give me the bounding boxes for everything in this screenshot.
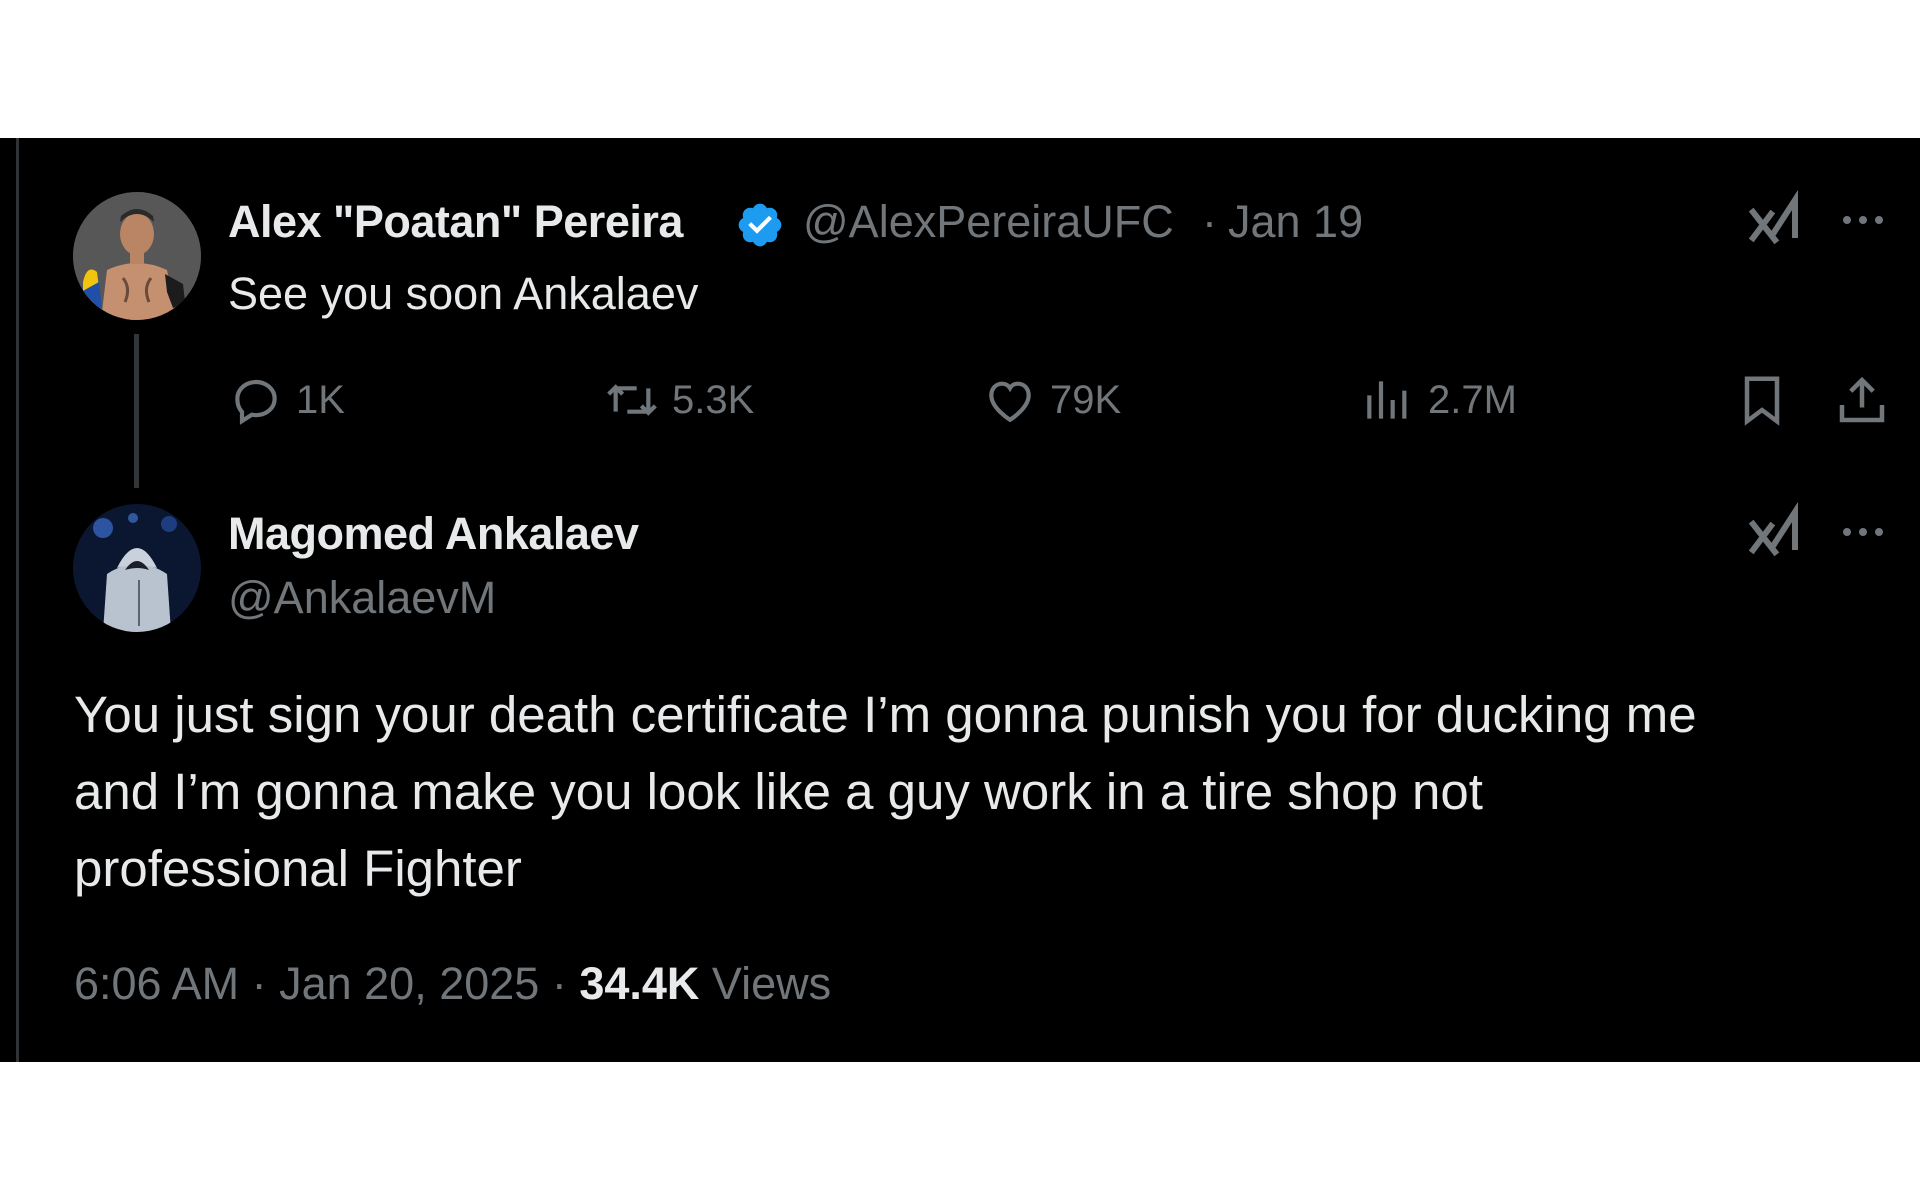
timeline-border — [16, 138, 19, 1062]
reply-tweet-text: You just sign your death certificate I’m… — [74, 676, 1894, 907]
grok-icon[interactable] — [1745, 502, 1805, 562]
repost-icon — [607, 384, 657, 416]
avatar-pereira[interactable] — [73, 192, 201, 320]
meta-separator: · — [1202, 196, 1217, 247]
like-count: 79K — [1050, 377, 1122, 422]
author-name[interactable]: Alex "Poatan" Pereira — [228, 196, 683, 248]
reply-timestamp[interactable]: 6:06 AM · Jan 20, 2025 · — [74, 958, 579, 1009]
thread-connector-line — [134, 334, 139, 488]
share-icon[interactable] — [1832, 370, 1892, 430]
tweet-text: See you soon Ankalaev — [228, 268, 699, 319]
tweet-thread-panel: Alex "Poatan" Pereira @AlexPereiraUFC · … — [0, 138, 1920, 1062]
reply-count: 1K — [296, 377, 345, 422]
like-button[interactable]: 79K — [982, 370, 1121, 430]
reply-icon — [235, 379, 277, 425]
more-icon[interactable] — [1833, 502, 1893, 562]
tweet-footer: 6:06 AM · Jan 20, 2025 · 34.4K Views — [74, 958, 831, 1010]
tweet-date[interactable]: Jan 19 — [1228, 196, 1363, 248]
analytics-icon — [1367, 381, 1407, 419]
bookmark-icon[interactable] — [1732, 370, 1792, 430]
repost-count: 5.3K — [672, 377, 755, 422]
grok-icon[interactable] — [1745, 190, 1805, 250]
repost-button[interactable]: 5.3K — [604, 370, 754, 430]
reply-author-handle[interactable]: @AnkalaevM — [228, 572, 496, 624]
reply-views-count[interactable]: 34.4K — [579, 958, 699, 1009]
reply-text-line: professional Fighter — [74, 840, 522, 897]
author-handle[interactable]: @AlexPereiraUFC — [803, 196, 1174, 248]
views-count: 2.7M — [1428, 377, 1517, 422]
more-icon[interactable] — [1833, 190, 1893, 250]
reply-text-line: You just sign your death certificate I’m… — [74, 686, 1697, 743]
avatar-ankalaev[interactable] — [73, 504, 201, 632]
views-button[interactable]: 2.7M — [1360, 370, 1517, 430]
reply-views-label: Views — [699, 958, 832, 1009]
reply-button[interactable]: 1K — [228, 370, 345, 430]
heart-icon — [989, 381, 1031, 423]
verified-badge-icon — [735, 200, 785, 250]
reply-author-name[interactable]: Magomed Ankalaev — [228, 508, 639, 560]
reply-text-line: and I’m gonna make you look like a guy w… — [74, 763, 1483, 820]
